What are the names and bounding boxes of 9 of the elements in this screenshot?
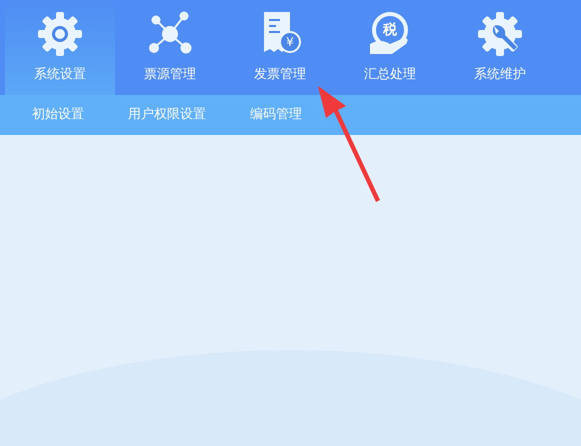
- gear-icon: [36, 10, 84, 58]
- toolbar-tab[interactable]: 税 汇总处理: [335, 0, 445, 95]
- sub-tab[interactable]: 编码管理: [228, 106, 324, 124]
- gear-wrench-icon: [476, 10, 524, 58]
- toolbar-tab[interactable]: ¥ 发票管理: [225, 0, 335, 95]
- sub-tab[interactable]: 用户权限设置: [106, 106, 228, 124]
- toolbar-tab[interactable]: 票源管理: [115, 0, 225, 95]
- toolbar-tab[interactable]: 系统维护: [445, 0, 555, 95]
- sub-tab[interactable]: 初始设置: [10, 106, 106, 124]
